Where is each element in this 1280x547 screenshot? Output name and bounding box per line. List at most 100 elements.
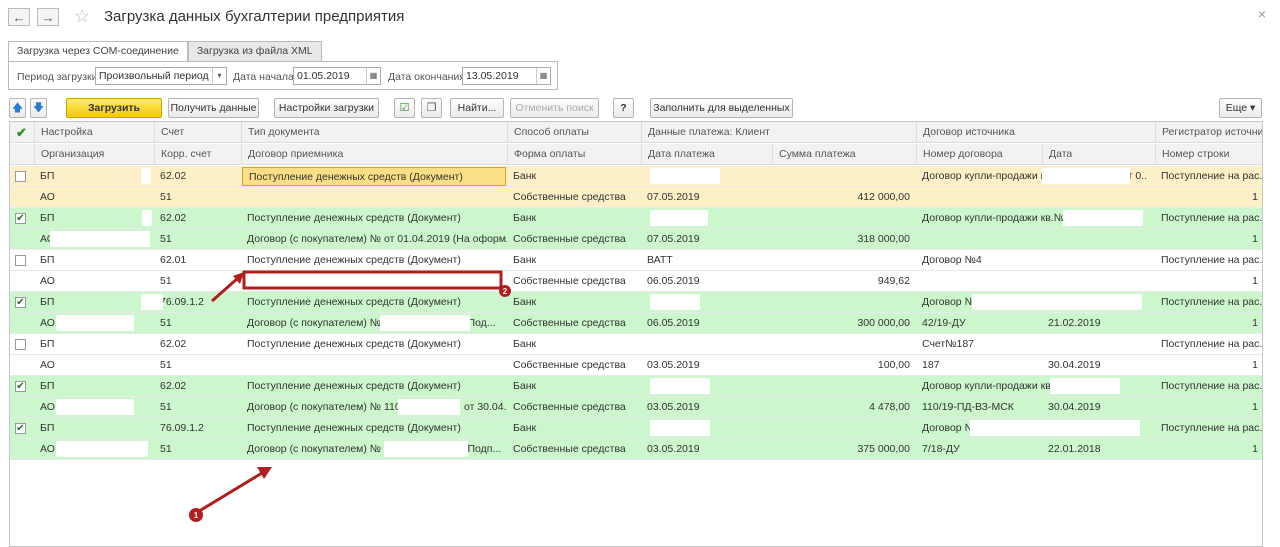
tab-xml-file[interactable]: Загрузка из файла XML	[187, 41, 322, 61]
table-row[interactable]: ✔ БП 76.09.1.2 Поступление денежных средств…	[10, 292, 1262, 313]
cell-doc-type[interactable]: Поступление денежных средств (Документ)	[241, 208, 507, 229]
cell-payment-sum: 100,00	[877, 359, 910, 371]
end-date-field[interactable]: 13.05.2019 ▦	[462, 67, 551, 85]
back-arrow-icon[interactable]: ←	[8, 8, 30, 26]
cancel-search-button[interactable]: Отменить поиск	[510, 98, 599, 118]
cell-corr-account: 51	[160, 443, 172, 455]
cell-payment-form: Собственные средства	[513, 443, 626, 455]
row-checkbox[interactable]: ✔	[15, 213, 26, 224]
col-contract-number[interactable]: Номер договора	[916, 144, 1042, 165]
start-date-field[interactable]: 01.05.2019 ▦	[293, 67, 381, 85]
cell-registrar: Поступление на рас...	[1161, 254, 1263, 266]
cell-payment-method: Банк	[513, 422, 537, 434]
favorite-star-icon[interactable]: ☆	[74, 6, 90, 27]
cell-account: 62.02	[160, 212, 187, 224]
table-row[interactable]: АО 51 Собственные средства 03.05.2019 100,00…	[10, 355, 1262, 376]
table-row[interactable]: ✔ БП 76.09.1.2 Поступление денежных средств…	[10, 418, 1262, 439]
table-row[interactable]: АО 51 Договор (с покупателем) № от 01.04.2…	[10, 229, 1262, 250]
col-payment-method[interactable]: Способ оплаты	[507, 122, 641, 143]
table-row[interactable]: АО 51 Собственные средства 07.05.2019 412 00…	[10, 187, 1262, 208]
table-row[interactable]: БП 62.02 Поступление денежных средств (Док…	[10, 166, 1263, 187]
cell-contract-date	[1116, 250, 1155, 271]
col-date[interactable]: Дата	[1042, 144, 1155, 165]
move-down-icon[interactable]: 🡇	[30, 98, 47, 118]
cell-date: 30.04.2019	[1048, 401, 1101, 413]
table-row[interactable]: БП 62.02 Поступление денежных средств (Док…	[10, 334, 1262, 355]
close-icon[interactable]: ×	[1258, 6, 1266, 22]
table-row[interactable]: АО 51 Договор (с покупателем) № 7 (Подп... С…	[10, 439, 1262, 460]
calendar-icon[interactable]: ▦	[366, 68, 380, 84]
col-corr-account[interactable]: Корр. счет	[154, 144, 241, 165]
redaction-mask	[650, 294, 700, 310]
cell-date: 21.02.2019	[1048, 317, 1101, 329]
row-checkbox[interactable]: ✔	[15, 381, 26, 392]
cell-line-number: 1	[1252, 233, 1258, 245]
find-button[interactable]: Найти...	[450, 98, 504, 118]
col-doc-type[interactable]: Тип документа	[241, 122, 507, 143]
tab-com-connection[interactable]: Загрузка через COM-соединение	[8, 41, 188, 61]
cell-registrar: Поступление на рас...	[1161, 170, 1263, 182]
cell-account: 76.09.1.2	[160, 422, 204, 434]
fill-selected-button[interactable]: Заполнить для выделенных ▾	[650, 98, 793, 132]
table-row[interactable]: БП 62.01 Поступление денежных средств (Док…	[10, 250, 1263, 271]
cell-doc-type[interactable]: Поступление денежных средств (Документ)	[241, 376, 507, 397]
uncheck-all-icon[interactable]: ❐	[421, 98, 442, 118]
dropdown-icon[interactable]: ▾	[212, 68, 226, 84]
check-all-icon[interactable]: ☑	[394, 98, 415, 118]
table-row[interactable]: ✔ БП 62.02 Поступление денежных средств (До…	[10, 208, 1263, 229]
load-settings-button[interactable]: Настройки загрузки	[274, 98, 379, 118]
cell-payment-method: Банк	[513, 170, 537, 182]
cell-organization: АО	[40, 275, 55, 287]
row-checkbox[interactable]	[15, 171, 26, 182]
cell-payment-sum: 300 000,00	[857, 317, 910, 329]
cell-target-contract[interactable]	[241, 187, 507, 208]
table-row[interactable]: АО 51 Собственные средства 06.05.2019 949,62…	[10, 271, 1262, 292]
start-date-value: 01.05.2019	[297, 70, 350, 82]
cell-payment-sum: 4 478,00	[869, 401, 910, 413]
col-settings[interactable]: Настройка	[34, 122, 154, 143]
cell-target-contract[interactable]	[241, 355, 507, 376]
cell-contract-date	[1116, 334, 1155, 355]
col-organization[interactable]: Организация	[34, 144, 154, 165]
col-source-contract[interactable]: Договор источника	[916, 122, 1155, 143]
cell-doc-type[interactable]: Поступление денежных средств (Документ)	[241, 334, 507, 355]
help-button[interactable]: ?	[613, 98, 634, 118]
calendar-icon[interactable]: ▦	[536, 68, 550, 84]
cell-doc-type[interactable]: Поступление денежных средств (Документ)	[241, 418, 507, 439]
redaction-mask	[380, 315, 470, 331]
cell-contract-number: 42/19-ДУ	[922, 317, 966, 329]
row-checkbox[interactable]: ✔	[15, 423, 26, 434]
col-account[interactable]: Счет	[154, 122, 241, 143]
col-payment-form[interactable]: Форма оплаты	[507, 144, 641, 165]
forward-arrow-icon[interactable]: →	[37, 8, 59, 26]
period-select[interactable]: Произвольный период ▾	[95, 67, 227, 85]
col-line-number[interactable]: Номер строки	[1155, 144, 1262, 165]
cell-organization: АО	[40, 191, 55, 203]
cell-doc-type[interactable]: Поступление денежных средств (Документ)	[241, 292, 507, 313]
row-checkbox[interactable]	[15, 339, 26, 350]
col-payment-date[interactable]: Дата платежа	[641, 144, 772, 165]
row-checkbox[interactable]	[15, 255, 26, 266]
col-payment-client[interactable]: Данные платежа: Клиент	[641, 122, 916, 143]
load-data-button[interactable]: Загрузить данные	[66, 98, 162, 132]
get-data-button[interactable]: Получить данные	[168, 98, 259, 118]
cell-account: 62.02	[160, 170, 187, 182]
more-button[interactable]: Еще ▾	[1219, 98, 1262, 118]
row-checkbox[interactable]: ✔	[15, 297, 26, 308]
cell-target-contract[interactable]: Договор (с покупателем) № от 01.04.2019 …	[241, 229, 507, 250]
redaction-mask	[650, 168, 720, 184]
title-bar: ← → ☆ Загрузка данных бухгалтерии предпр…	[0, 0, 1280, 36]
table-row[interactable]: ✔ БП 62.02 Поступление денежных средств (До…	[10, 376, 1262, 397]
col-payment-sum[interactable]: Сумма платежа	[772, 144, 916, 165]
col-target-contract[interactable]: Договор приемника	[241, 144, 507, 165]
col-source-registrar[interactable]: Регистратор источни...	[1155, 122, 1262, 143]
table-row[interactable]: АО 51 Договор (с покупателем) № 4 (Под... Со…	[10, 313, 1262, 334]
cell-payment-date: 07.05.2019	[647, 191, 700, 203]
check-column-icon[interactable]: ✔	[10, 122, 34, 143]
cell-doc-type[interactable]: Поступление денежных средств (Документ)	[242, 167, 506, 186]
move-up-icon[interactable]: 🡅	[9, 98, 26, 118]
cell-corr-account: 51	[160, 233, 172, 245]
cell-registrar: Поступление на рас...	[1161, 212, 1263, 224]
table-row[interactable]: АО 51 Договор (с покупателем) № 110 от 30.0…	[10, 397, 1262, 418]
cell-doc-type[interactable]: Поступление денежных средств (Документ)	[241, 250, 507, 271]
